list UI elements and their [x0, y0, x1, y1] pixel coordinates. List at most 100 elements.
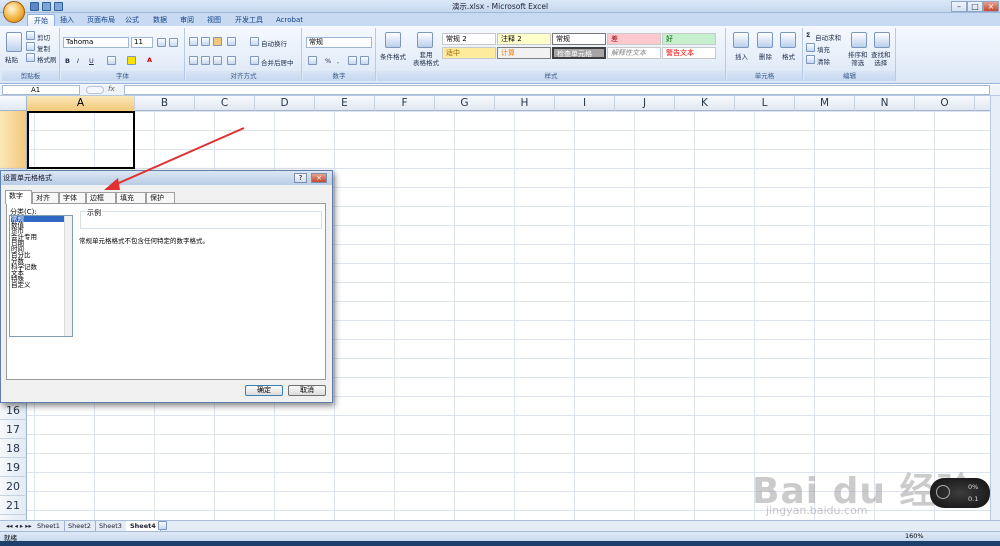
- category-list[interactable]: 常规 数值 货币 会计专用 日期 时间 百分比 分数 科学记数 文本 特殊 自定…: [9, 215, 73, 337]
- wrap-text-button[interactable]: 自动换行: [261, 38, 287, 48]
- floating-widget[interactable]: 0% 0.1: [930, 478, 990, 508]
- style-warning[interactable]: 警告文本: [662, 47, 716, 59]
- column-header-h[interactable]: H: [495, 96, 555, 111]
- align-left-icon[interactable]: [189, 56, 198, 65]
- align-top-icon[interactable]: [189, 37, 198, 46]
- column-header-d[interactable]: D: [255, 96, 315, 111]
- wrap-text-icon[interactable]: [250, 37, 259, 46]
- sheet-tab-3[interactable]: Sheet3: [95, 521, 127, 531]
- format-painter-icon[interactable]: [26, 53, 35, 62]
- align-bottom-icon[interactable]: [213, 37, 222, 46]
- copy-button[interactable]: 复制: [37, 43, 50, 53]
- paste-icon[interactable]: [6, 32, 22, 52]
- formula-input[interactable]: [124, 85, 990, 95]
- column-header-m[interactable]: M: [795, 96, 855, 111]
- maximize-button[interactable]: □: [967, 1, 983, 12]
- fill-icon[interactable]: [806, 43, 815, 52]
- conditional-format-icon[interactable]: [385, 32, 401, 48]
- number-format-select[interactable]: 常规: [306, 37, 372, 48]
- row-header-16[interactable]: 16: [0, 401, 27, 420]
- find-select-button[interactable]: 查找和 选择: [871, 51, 891, 67]
- sort-filter-icon[interactable]: [851, 32, 867, 48]
- align-middle-icon[interactable]: [201, 37, 210, 46]
- dialog-tab-fill[interactable]: 填充: [116, 192, 146, 203]
- cut-button[interactable]: 剪切: [37, 32, 50, 42]
- ok-button[interactable]: 确定: [245, 385, 283, 396]
- copy-icon[interactable]: [26, 42, 35, 51]
- tab-page-layout[interactable]: 页面布局: [81, 14, 121, 26]
- column-header-o[interactable]: O: [915, 96, 975, 111]
- column-header-l[interactable]: L: [735, 96, 795, 111]
- style-note-2[interactable]: 注释 2: [497, 33, 551, 45]
- shrink-font-icon[interactable]: [169, 38, 178, 47]
- delete-cells-button[interactable]: 删除: [759, 51, 772, 61]
- conditional-format-button[interactable]: 条件格式: [380, 51, 406, 61]
- align-center-icon[interactable]: [201, 56, 210, 65]
- find-select-icon[interactable]: [874, 32, 890, 48]
- column-header-e[interactable]: E: [315, 96, 375, 111]
- merge-icon[interactable]: [250, 56, 259, 65]
- underline-icon[interactable]: U: [89, 57, 94, 65]
- tab-insert[interactable]: 插入: [54, 14, 80, 26]
- percent-icon[interactable]: %: [325, 57, 331, 65]
- format-painter-button[interactable]: 格式刷: [37, 54, 57, 64]
- insert-function-icon[interactable]: fx: [108, 85, 122, 95]
- paste-button[interactable]: 粘贴: [5, 54, 18, 64]
- column-header-b[interactable]: B: [135, 96, 195, 111]
- minimize-button[interactable]: –: [951, 1, 967, 12]
- style-explanatory[interactable]: 解释性文本: [607, 47, 661, 59]
- dialog-tab-border[interactable]: 边框: [86, 192, 116, 203]
- dialog-tab-alignment[interactable]: 对齐: [32, 192, 59, 203]
- orientation-icon[interactable]: [227, 37, 236, 46]
- format-cells-button[interactable]: 格式: [782, 51, 795, 61]
- decrease-decimal-icon[interactable]: [360, 56, 369, 65]
- select-all-corner[interactable]: [0, 96, 27, 111]
- autosum-button[interactable]: 自动求和: [815, 32, 841, 42]
- cut-icon[interactable]: [26, 31, 35, 40]
- merge-center-button[interactable]: 合并后居中: [261, 57, 294, 67]
- clear-icon[interactable]: [806, 55, 815, 64]
- style-neutral[interactable]: 适中: [442, 47, 496, 59]
- formula-expand-icon[interactable]: [86, 86, 104, 94]
- grow-font-icon[interactable]: [157, 38, 166, 47]
- sheet-tab-4[interactable]: Sheet4: [126, 521, 161, 531]
- indent-icon[interactable]: [227, 56, 236, 65]
- insert-cells-button[interactable]: 插入: [735, 51, 748, 61]
- increase-decimal-icon[interactable]: [348, 56, 357, 65]
- style-calculation[interactable]: 计算: [497, 47, 551, 59]
- font-size-select[interactable]: 11: [131, 37, 153, 48]
- help-button[interactable]: ?: [294, 173, 307, 183]
- style-check-cell[interactable]: 检查单元格: [552, 47, 606, 59]
- column-header-j[interactable]: J: [615, 96, 675, 111]
- row-header-17[interactable]: 17: [0, 420, 27, 439]
- row-header-19[interactable]: 19: [0, 458, 27, 477]
- autosum-icon[interactable]: Σ: [806, 31, 810, 39]
- sheet-tab-1[interactable]: Sheet1: [33, 521, 65, 531]
- row-header-1[interactable]: [0, 111, 27, 169]
- sort-filter-button[interactable]: 排序和 筛选: [848, 51, 868, 67]
- sheet-tab-2[interactable]: Sheet2: [64, 521, 96, 531]
- tab-data[interactable]: 数据: [147, 14, 173, 26]
- name-box[interactable]: A1: [2, 85, 80, 95]
- column-header-n[interactable]: N: [855, 96, 915, 111]
- column-header-a[interactable]: A: [27, 96, 135, 111]
- row-header-21[interactable]: 21: [0, 496, 27, 515]
- new-sheet-icon[interactable]: [158, 521, 167, 530]
- zoom-level[interactable]: 160%: [905, 532, 924, 540]
- clear-button[interactable]: 清除: [817, 56, 830, 66]
- style-normal-2[interactable]: 常规 2: [442, 33, 496, 45]
- insert-cells-icon[interactable]: [733, 32, 749, 48]
- currency-icon[interactable]: [308, 56, 317, 65]
- column-header-g[interactable]: G: [435, 96, 495, 111]
- style-normal[interactable]: 常规: [552, 33, 606, 45]
- delete-cells-icon[interactable]: [757, 32, 773, 48]
- font-color-icon[interactable]: A: [147, 56, 152, 64]
- cancel-button[interactable]: 取消: [288, 385, 326, 396]
- table-format-icon[interactable]: [417, 32, 433, 48]
- active-cell-a1[interactable]: [27, 111, 135, 169]
- sheet-nav-icons[interactable]: ◂◂ ◂ ▸ ▸▸: [2, 521, 36, 531]
- category-scrollbar[interactable]: [64, 216, 72, 336]
- borders-icon[interactable]: [107, 56, 116, 65]
- tab-home[interactable]: 开始: [27, 14, 55, 26]
- column-header-f[interactable]: F: [375, 96, 435, 111]
